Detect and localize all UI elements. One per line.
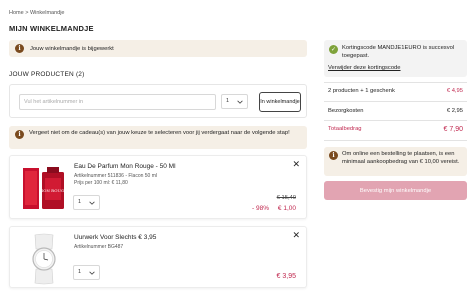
minimum-order-notice: i Om online een bestelling te plaatsen, … xyxy=(324,147,467,176)
summary-total-label: Totaalbedrag xyxy=(328,126,362,132)
divider xyxy=(324,120,467,121)
product-article: Artikelnummer BG487 xyxy=(74,244,124,250)
remove-item-button[interactable]: ✕ xyxy=(292,159,300,170)
promo-code-notice: ✓ Kortingscode MANDJE1EURO is succesvol … xyxy=(324,40,467,77)
summary-shipping-label: Bezorgkosten xyxy=(328,108,364,114)
gift-notice: i Vergeet niet om de cadeau(s) van jouw … xyxy=(9,126,307,149)
add-to-cart-button[interactable]: In winkelmandje xyxy=(259,92,301,112)
item-price: € 3,95 xyxy=(276,273,296,280)
quantity-select[interactable]: 1 xyxy=(73,265,100,280)
products-title-text: JOUW PRODUCTEN xyxy=(9,71,74,78)
watch-product-image xyxy=(17,233,71,285)
products-count: (2) xyxy=(75,71,85,78)
breadcrumb-separator: > xyxy=(25,10,29,16)
discount-badge: - 98% xyxy=(252,205,269,212)
info-icon: i xyxy=(15,44,24,53)
quantity-value: 1 xyxy=(78,269,82,275)
summary-products-row: 2 producten + 1 geschenk € 4,95 xyxy=(328,88,463,94)
remove-item-button[interactable]: ✕ xyxy=(292,230,300,241)
breadcrumb: Home > Winkelmandje xyxy=(9,10,65,16)
summary-shipping-value: € 2,95 xyxy=(446,108,463,114)
product-name[interactable]: Eau De Parfum Mon Rouge - 50 Ml xyxy=(74,163,176,170)
product-article: Artikelnummer 511836 - Flacon 50 ml xyxy=(74,173,157,179)
summary-products-value: € 4,95 xyxy=(446,88,463,94)
summary-products-label: 2 producten + 1 geschenk xyxy=(328,88,395,94)
quantity-value: 1 xyxy=(78,199,82,205)
article-number-input[interactable]: Vul het artikelnummer in xyxy=(19,94,216,110)
cart-item: MON ROUGE Eau De Parfum Mon Rouge - 50 M… xyxy=(9,155,307,219)
promo-success-text: Kortingscode MANDJE1EURO is succesvol to… xyxy=(342,45,455,59)
chevron-down-icon xyxy=(89,201,95,205)
cart-updated-text: Jouw winkelmandje is bijgewerkt xyxy=(30,45,114,52)
divider xyxy=(324,82,467,83)
old-price: € 15,40 xyxy=(276,195,296,201)
divider xyxy=(324,140,467,141)
quantity-value: 1 xyxy=(226,98,230,104)
perfume-product-image: MON ROUGE xyxy=(17,162,71,214)
quantity-select[interactable]: 1 xyxy=(221,94,248,109)
products-section-title: JOUW PRODUCTEN (2) xyxy=(9,71,84,78)
add-product-row: Vul het artikelnummer in 1 In winkelmand… xyxy=(9,84,307,118)
gift-notice-text: Vergeet niet om de cadeau(s) van jouw ke… xyxy=(29,130,290,136)
summary-total-row: Totaalbedrag € 7,90 xyxy=(328,126,463,133)
breadcrumb-home-link[interactable]: Home xyxy=(9,10,24,16)
product-unit-price: Prijs per 100 ml: € 11,80 xyxy=(74,180,128,186)
summary-total-value: € 7,90 xyxy=(443,126,463,133)
cart-updated-notice: i Jouw winkelmandje is bijgewerkt xyxy=(9,40,307,57)
divider xyxy=(324,101,467,102)
summary-shipping-row: Bezorgkosten € 2,95 xyxy=(328,108,463,114)
info-icon: i xyxy=(329,151,338,160)
quantity-select[interactable]: 1 xyxy=(73,195,100,210)
chevron-down-icon xyxy=(89,271,95,275)
remove-promo-link[interactable]: Verwijder deze kortingscode xyxy=(328,65,401,71)
check-icon: ✓ xyxy=(329,45,338,54)
product-name[interactable]: Uurwerk Voor Slechts € 3,95 xyxy=(74,234,156,241)
minimum-order-text: Om online een bestelling te plaatsen, is… xyxy=(342,151,460,165)
product-image-label: MON ROUGE xyxy=(39,188,67,193)
page-title: MIJN WINKELMANDJE xyxy=(9,24,94,33)
cart-item: Uurwerk Voor Slechts € 3,95 Artikelnumme… xyxy=(9,226,307,288)
chevron-down-icon xyxy=(237,100,243,104)
breadcrumb-current: Winkelmandje xyxy=(29,10,65,16)
confirm-cart-button[interactable]: Bevestig mijn winkelmandje xyxy=(324,181,467,200)
item-price: € 1,00 xyxy=(277,205,296,212)
info-icon: i xyxy=(15,130,24,139)
